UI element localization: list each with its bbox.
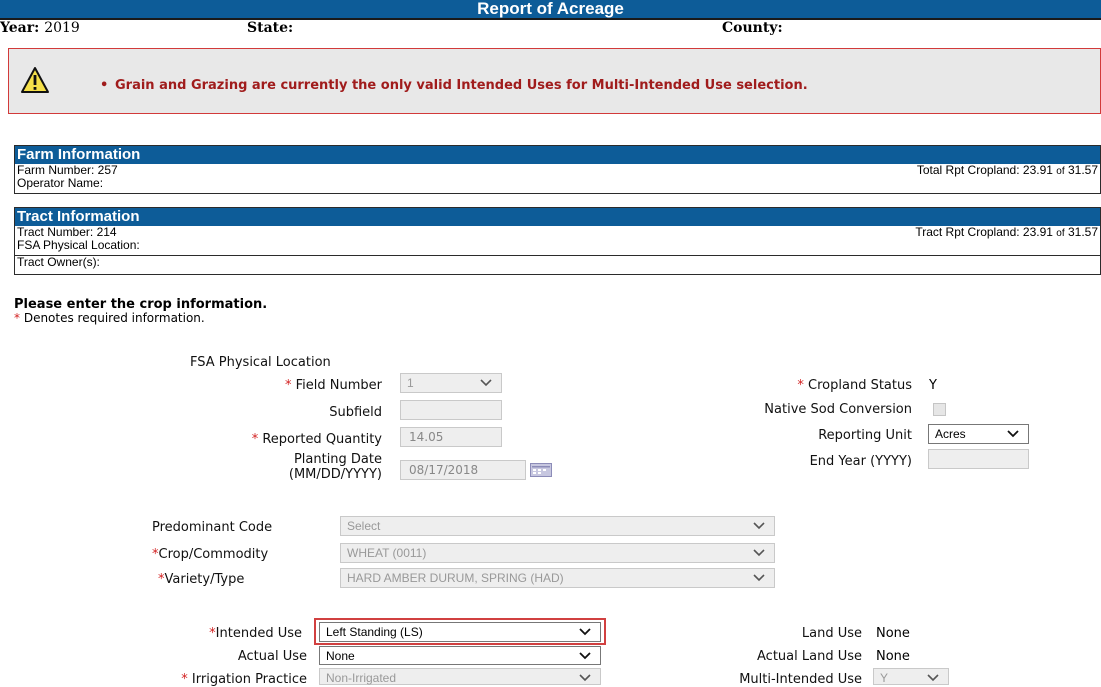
year-value: 2019 xyxy=(44,20,80,36)
alert-message: Grain and Grazing are currently the only… xyxy=(115,78,808,93)
chevron-down-icon xyxy=(926,670,940,686)
tract-information-section: Tract Information Tract Number: 214 Trac… xyxy=(14,207,1101,275)
total-rpt-cropland: Total Rpt Cropland: 23.91 of 31.57 xyxy=(916,163,1098,178)
subfield-label: Subfield xyxy=(329,405,382,420)
farm-number: Farm Number: 257 xyxy=(17,163,118,177)
warning-icon xyxy=(20,66,50,98)
tract-number-row: Tract Number: 214 Tract Rpt Cropland: 23… xyxy=(15,225,1100,240)
farm-information-heading: Farm Information xyxy=(15,146,1100,164)
tract-information-heading: Tract Information xyxy=(15,208,1100,226)
chevron-down-icon xyxy=(1006,426,1020,442)
multi-intended-use-select[interactable]: Y xyxy=(873,668,949,685)
predominant-code-select[interactable]: Select xyxy=(340,516,775,536)
operator-name: Operator Name: xyxy=(17,176,104,190)
actual-land-use-value: None xyxy=(876,649,910,664)
actual-use-label: Actual Use xyxy=(237,649,307,664)
state-label: State: xyxy=(247,20,294,36)
subfield-input[interactable] xyxy=(400,400,502,420)
predominant-code-label: Predominant Code xyxy=(152,520,273,535)
chevron-down-icon xyxy=(752,570,766,586)
field-number-label: * Field Number xyxy=(284,378,382,393)
irrigation-practice-select[interactable]: Non-Irrigated xyxy=(319,668,601,685)
cropland-status-value: Y xyxy=(929,378,937,393)
native-sod-label: Native Sod Conversion xyxy=(764,402,912,417)
farm-information-section: Farm Information Farm Number: 257 Total … xyxy=(14,145,1101,194)
reported-quantity-input[interactable]: 14.05 xyxy=(400,427,502,447)
cropland-status-label: * Cropland Status xyxy=(797,378,912,393)
alert-bullet: • xyxy=(100,78,109,93)
chevron-down-icon xyxy=(578,648,592,664)
planting-date-input[interactable]: 08/17/2018 xyxy=(400,460,526,480)
variety-type-label: *Variety/Type xyxy=(158,572,245,587)
land-use-value: None xyxy=(876,626,910,641)
reported-quantity-label: * Reported Quantity xyxy=(251,432,382,447)
fsa-physical-location-label: FSA Physical Location xyxy=(190,355,331,370)
instructions-heading: Please enter the crop information. xyxy=(14,297,268,312)
year-field: Year: 2019 xyxy=(0,20,80,36)
tract-physical-location: FSA Physical Location: xyxy=(17,238,140,252)
chevron-down-icon xyxy=(578,624,592,640)
intended-use-select[interactable]: Left Standing (LS) xyxy=(319,622,601,642)
chevron-down-icon xyxy=(752,518,766,534)
title-divider xyxy=(0,18,1101,20)
chevron-down-icon xyxy=(479,375,493,391)
native-sod-checkbox[interactable] xyxy=(933,403,946,416)
year-label: Year: xyxy=(0,20,40,36)
page-title: Report of Acreage xyxy=(0,0,1101,18)
end-year-label: End Year (YYYY) xyxy=(809,454,912,469)
intended-use-label: *Intended Use xyxy=(209,626,302,641)
actual-use-select[interactable]: None xyxy=(319,646,601,665)
county-label: County: xyxy=(722,20,783,36)
crop-commodity-label: *Crop/Commodity xyxy=(152,547,269,562)
field-number-select[interactable]: 1 xyxy=(400,373,502,393)
variety-type-select[interactable]: HARD AMBER DURUM, SPRING (HAD) xyxy=(340,568,775,588)
tract-owners: Tract Owner(s): xyxy=(15,255,1100,269)
required-note: * Denotes required information. xyxy=(14,311,205,325)
chevron-down-icon xyxy=(752,545,766,561)
crop-commodity-select[interactable]: WHEAT (0011) xyxy=(340,543,775,563)
actual-land-use-label: Actual Land Use xyxy=(757,649,862,664)
end-year-input[interactable] xyxy=(928,449,1029,469)
farm-number-row: Farm Number: 257 Total Rpt Cropland: 23.… xyxy=(15,163,1100,178)
reporting-unit-label: Reporting Unit xyxy=(818,428,912,443)
tract-number: Tract Number: 214 xyxy=(17,225,117,239)
tract-rpt-cropland: Tract Rpt Cropland: 23.91 of 31.57 xyxy=(915,225,1098,240)
land-use-label: Land Use xyxy=(801,626,862,641)
reporting-unit-select[interactable]: Acres xyxy=(928,424,1029,444)
chevron-down-icon xyxy=(578,670,592,686)
calendar-icon[interactable] xyxy=(530,462,552,477)
planting-date-label: Planting Date (MM/DD/YYYY) xyxy=(288,452,382,482)
